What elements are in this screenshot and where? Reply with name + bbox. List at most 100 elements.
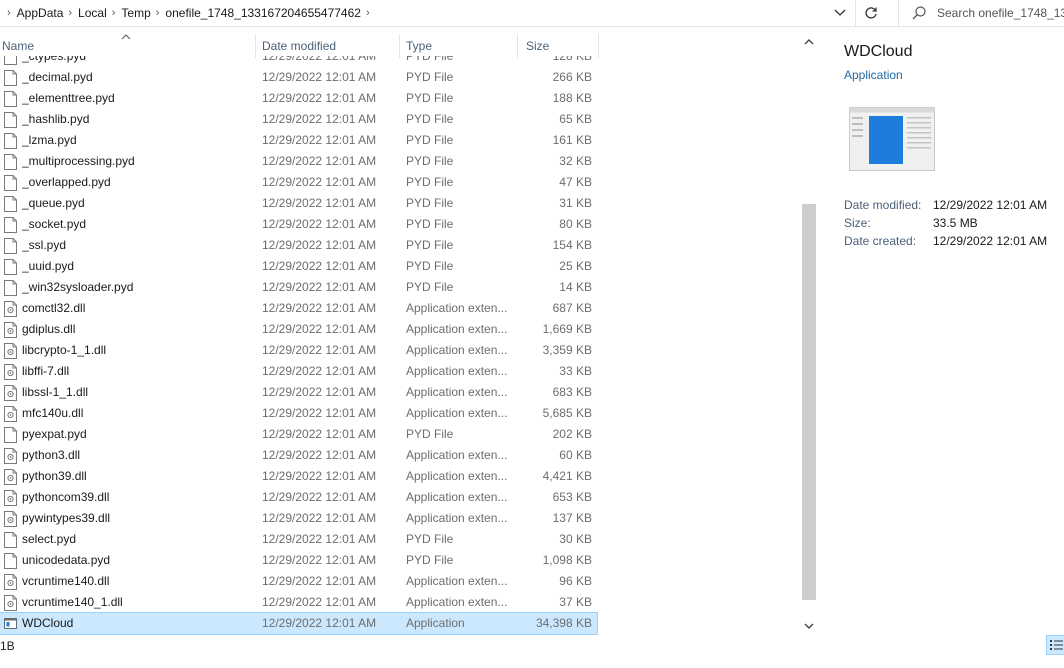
search-box[interactable] (898, 0, 1064, 26)
scroll-up-arrow-icon[interactable] (803, 36, 815, 48)
refresh-icon (865, 7, 877, 19)
dll-icon (4, 406, 17, 422)
dll-icon (4, 574, 17, 590)
breadcrumb-chevron-icon[interactable]: › (107, 7, 122, 19)
file-row[interactable]: _queue.pyd 12/29/2022 12:01 AM PYD File 31 … (0, 193, 597, 214)
breadcrumb-item-temp[interactable]: Temp (121, 6, 150, 20)
file-row[interactable]: vcruntime140_1.dll 12/29/2022 12:01 AM App… (0, 592, 597, 613)
file-row[interactable]: python3.dll 12/29/2022 12:01 AM Applicatio… (0, 445, 597, 466)
file-row[interactable]: pythoncom39.dll 12/29/2022 12:01 AM Applic… (0, 487, 597, 508)
column-resize-handle[interactable] (517, 34, 518, 58)
file-row[interactable]: _elementtree.pyd 12/29/2022 12:01 AM PYD F… (0, 88, 597, 109)
file-size: 266 KB (552, 70, 592, 84)
file-row[interactable]: gdiplus.dll 12/29/2022 12:01 AM Applicatio… (0, 319, 597, 340)
chevron-down-icon (834, 9, 846, 16)
file-size: 653 KB (552, 490, 592, 504)
file-date-modified: 12/29/2022 12:01 AM (262, 259, 377, 273)
file-size: 128 KB (552, 56, 592, 63)
file-row[interactable]: WDCloud 12/29/2022 12:01 AM Application 34,… (0, 612, 598, 635)
breadcrumb-chevron-icon[interactable]: › (151, 7, 166, 19)
file-icon (4, 175, 17, 191)
file-type: PYD File (406, 217, 454, 231)
column-header-type[interactable]: Type (406, 34, 432, 56)
file-name: WDCloud (22, 616, 74, 630)
file-row[interactable]: mfc140u.dll 12/29/2022 12:01 AM Applicatio… (0, 403, 597, 424)
file-row[interactable]: _decimal.pyd 12/29/2022 12:01 AM PYD File 2… (0, 67, 597, 88)
file-date-modified: 12/29/2022 12:01 AM (262, 196, 377, 210)
file-name: _lzma.pyd (22, 133, 77, 147)
file-name: _decimal.pyd (22, 70, 93, 84)
file-row[interactable]: pyexpat.pyd 12/29/2022 12:01 AM PYD File 20… (0, 424, 597, 445)
details-view-icon (1050, 640, 1063, 650)
file-date-modified: 12/29/2022 12:01 AM (262, 217, 377, 231)
file-size: 31 KB (559, 196, 592, 210)
column-header-date-modified[interactable]: Date modified (262, 34, 336, 56)
file-date-modified: 12/29/2022 12:01 AM (262, 490, 377, 504)
file-row[interactable]: python39.dll 12/29/2022 12:01 AM Applicati… (0, 466, 597, 487)
file-date-modified: 12/29/2022 12:01 AM (262, 406, 377, 420)
search-input[interactable] (937, 6, 1064, 20)
file-row[interactable]: libssl-1_1.dll 12/29/2022 12:01 AM Applica… (0, 382, 597, 403)
breadcrumb-item-local[interactable]: Local (78, 6, 107, 20)
file-row[interactable]: pywintypes39.dll 12/29/2022 12:01 AM Appli… (0, 508, 597, 529)
refresh-button[interactable] (858, 2, 884, 24)
file-row[interactable]: _ctypes.pyd 12/29/2022 12:01 AM PYD File 12… (0, 56, 597, 67)
file-date-modified: 12/29/2022 12:01 AM (262, 154, 377, 168)
column-header-name[interactable]: Name (2, 34, 34, 56)
address-history-dropdown[interactable] (829, 4, 851, 22)
file-row[interactable]: _socket.pyd 12/29/2022 12:01 AM PYD File 80… (0, 214, 597, 235)
file-size: 34,398 KB (535, 616, 592, 630)
breadcrumb-chevron-icon[interactable]: › (361, 7, 376, 19)
breadcrumb-item-current-folder[interactable]: onefile_1748_133167204655477462 (165, 6, 361, 20)
file-size: 154 KB (552, 238, 592, 252)
file-type: PYD File (406, 70, 454, 84)
sort-ascending-icon (121, 34, 131, 40)
file-row[interactable]: unicodedata.pyd 12/29/2022 12:01 AM PYD Fi… (0, 550, 597, 571)
file-row[interactable]: _ssl.pyd 12/29/2022 12:01 AM PYD File 154 K… (0, 235, 597, 256)
file-type: PYD File (406, 259, 454, 273)
file-size: 47 KB (559, 175, 592, 189)
breadcrumb-chevron-icon[interactable]: › (63, 7, 78, 19)
file-row[interactable]: _multiprocessing.pyd 12/29/2022 12:01 AM P… (0, 151, 597, 172)
dll-icon (4, 511, 17, 527)
file-row[interactable]: vcruntime140.dll 12/29/2022 12:01 AM Appli… (0, 571, 597, 592)
file-list: _ctypes.pyd 12/29/2022 12:01 AM PYD File 12… (0, 56, 800, 636)
file-size: 4,421 KB (542, 469, 592, 483)
file-name: _overlapped.pyd (22, 175, 111, 189)
breadcrumb[interactable]: › AppData › Local › Temp › onefile_1748_… (0, 0, 826, 26)
details-view-button[interactable] (1046, 635, 1064, 655)
file-row[interactable]: _hashlib.pyd 12/29/2022 12:01 AM PYD File 6… (0, 109, 597, 130)
details-date-modified-label: Date modified: (844, 198, 922, 212)
file-row[interactable]: libcrypto-1_1.dll 12/29/2022 12:01 AM Appl… (0, 340, 597, 361)
file-date-modified: 12/29/2022 12:01 AM (262, 595, 377, 609)
file-row[interactable]: comctl32.dll 12/29/2022 12:01 AM Applicati… (0, 298, 597, 319)
file-icon (4, 532, 17, 548)
scroll-down-arrow-icon[interactable] (803, 620, 815, 632)
column-headers: Name Date modified Type Size (0, 34, 600, 58)
file-icon (4, 56, 17, 65)
file-type: Application exten... (406, 385, 508, 399)
column-resize-handle[interactable] (399, 34, 400, 58)
file-size: 96 KB (559, 574, 592, 588)
file-size: 37 KB (559, 595, 592, 609)
file-date-modified: 12/29/2022 12:01 AM (262, 112, 377, 126)
file-name: unicodedata.pyd (22, 553, 111, 567)
details-date-created-value: 12/29/2022 12:01 AM (933, 234, 1048, 248)
breadcrumb-item-appdata[interactable]: AppData (17, 6, 64, 20)
scrollbar-thumb[interactable] (802, 204, 816, 600)
column-header-size[interactable]: Size (526, 34, 549, 56)
file-row[interactable]: libffi-7.dll 12/29/2022 12:01 AM Applicati… (0, 361, 597, 382)
file-size: 80 KB (559, 217, 592, 231)
file-type: PYD File (406, 175, 454, 189)
file-date-modified: 12/29/2022 12:01 AM (262, 364, 377, 378)
file-row[interactable]: _uuid.pyd 12/29/2022 12:01 AM PYD File 25 K… (0, 256, 597, 277)
file-row[interactable]: _lzma.pyd 12/29/2022 12:01 AM PYD File 161 … (0, 130, 597, 151)
column-resize-handle[interactable] (598, 34, 599, 58)
column-resize-handle[interactable] (255, 34, 256, 58)
breadcrumb-chevron-icon[interactable]: › (2, 7, 17, 19)
file-row[interactable]: _win32sysloader.pyd 12/29/2022 12:01 AM PY… (0, 277, 597, 298)
file-row[interactable]: select.pyd 12/29/2022 12:01 AM PYD File 30 … (0, 529, 597, 550)
vertical-scrollbar[interactable] (800, 34, 818, 636)
file-row[interactable]: _overlapped.pyd 12/29/2022 12:01 AM PYD Fi… (0, 172, 597, 193)
file-date-modified: 12/29/2022 12:01 AM (262, 385, 377, 399)
